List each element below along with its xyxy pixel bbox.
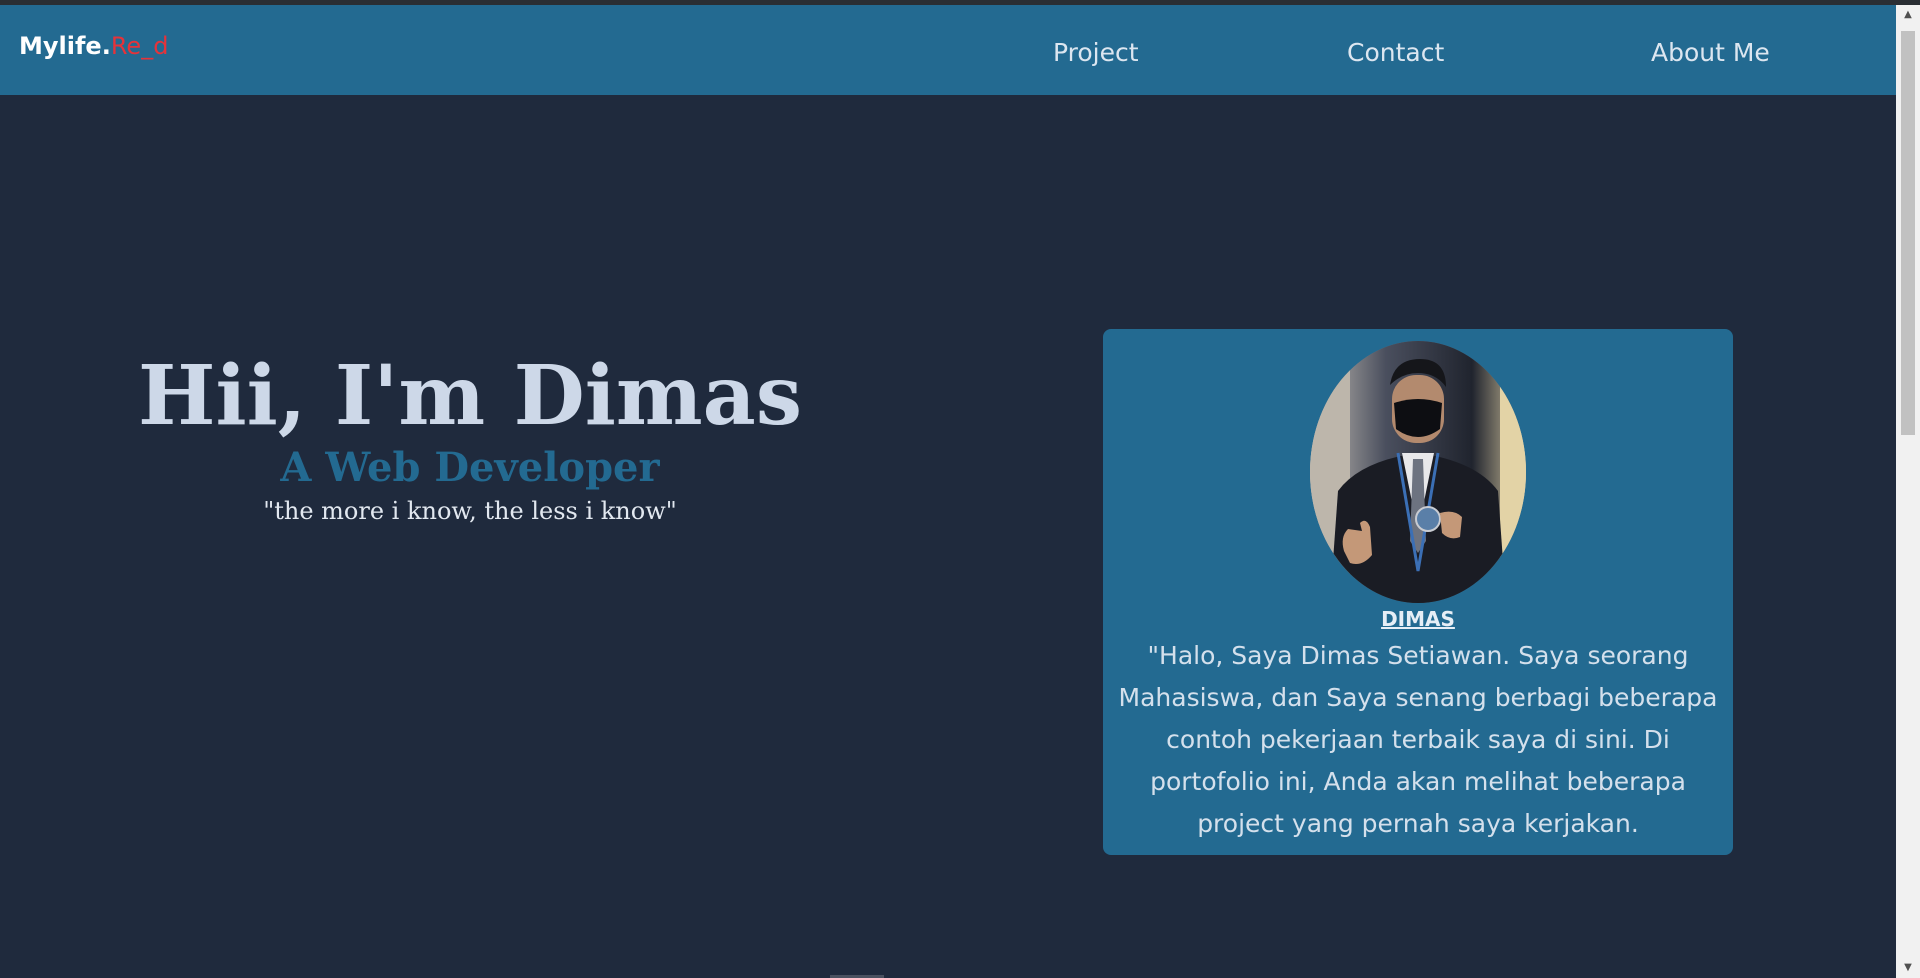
profile-card: DIMAS "Halo, Saya Dimas Setiawan. Saya s…	[1103, 329, 1733, 855]
nav-link-contact[interactable]: Contact	[1347, 38, 1444, 67]
hero-subtitle: A Web Developer	[280, 444, 660, 491]
nav-link-project[interactable]: Project	[1053, 38, 1139, 67]
brand-main-text: Mylife.	[19, 32, 111, 60]
profile-photo-illustration	[1310, 341, 1526, 603]
brand-logo[interactable]: Mylife.Re_d	[19, 32, 168, 60]
nav-link-about-me[interactable]: About Me	[1651, 38, 1770, 67]
hero-quote: "the more i know, the less i know"	[263, 497, 677, 525]
scroll-down-arrow-icon[interactable]: ▼	[1896, 958, 1920, 978]
navbar: Mylife.Re_d Project Contact About Me	[0, 5, 1896, 95]
vertical-scrollbar[interactable]: ▲ ▼	[1896, 5, 1920, 978]
scrollbar-thumb[interactable]	[1901, 31, 1915, 435]
profile-avatar	[1310, 341, 1526, 603]
brand-accent-text: Re_d	[110, 32, 169, 60]
profile-name: DIMAS	[1381, 607, 1455, 631]
profile-bio: "Halo, Saya Dimas Setiawan. Saya seorang…	[1118, 641, 1718, 838]
scroll-up-arrow-icon[interactable]: ▲	[1896, 5, 1920, 25]
hero-section: Hii, I'm Dimas A Web Developer "the more…	[100, 348, 840, 530]
hero-title: Hii, I'm Dimas	[138, 348, 802, 444]
